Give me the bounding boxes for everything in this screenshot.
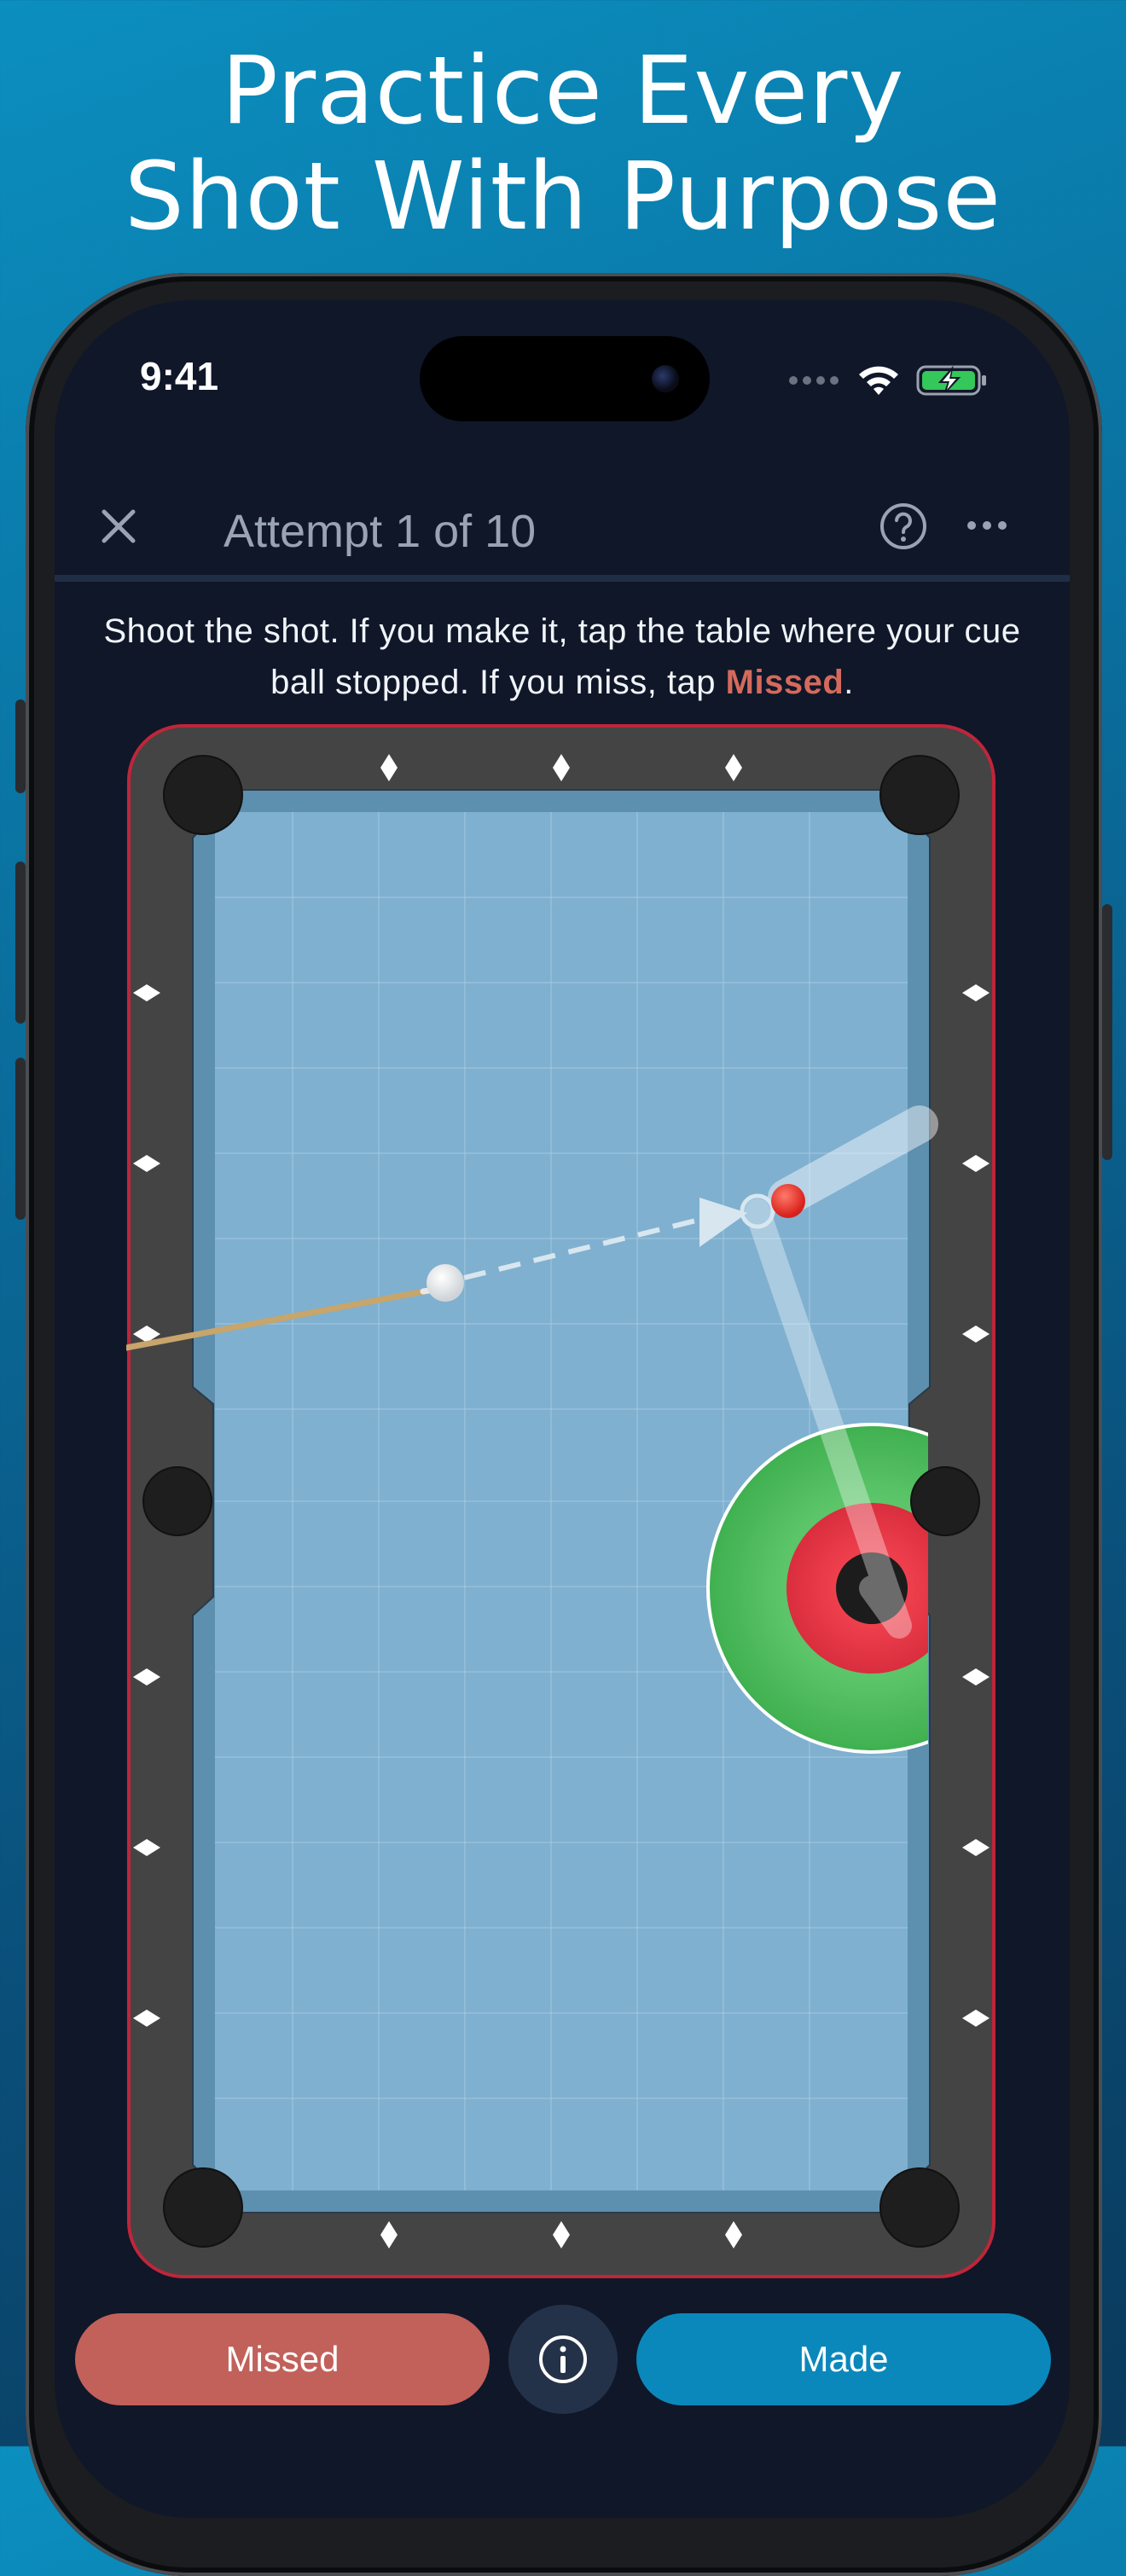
cue-ball	[427, 1264, 464, 1302]
phone-button-power	[1102, 904, 1112, 1160]
help-icon[interactable]	[879, 502, 928, 551]
status-icons	[788, 362, 988, 399]
missed-button[interactable]: Missed	[75, 2313, 490, 2405]
instruction-end: .	[844, 664, 854, 701]
more-icon[interactable]	[966, 517, 1008, 534]
pool-table-graphic[interactable]	[114, 723, 996, 2279]
pocket-middle-left	[142, 1466, 212, 1536]
object-ball	[771, 1184, 805, 1218]
info-button[interactable]	[508, 2305, 618, 2414]
headline-line-2: Shot With Purpose	[124, 142, 1002, 251]
camera-icon	[652, 365, 679, 392]
instruction-main: Shoot the shot. If you make it, tap the …	[103, 612, 1021, 701]
instruction-text: Shoot the shot. If you make it, tap the …	[72, 606, 1053, 708]
page-title: Attempt 1 of 10	[223, 506, 537, 557]
headline-line-1: Practice Every	[221, 36, 905, 145]
instruction-missed-highlight: Missed	[725, 664, 844, 701]
pool-table[interactable]	[114, 723, 996, 2279]
signal-icon	[789, 376, 839, 385]
status-bar: 9:41	[55, 300, 1070, 471]
pocket-bottom-left	[163, 2167, 243, 2248]
phone-button-volume-down	[15, 1058, 26, 1220]
pocket-bottom-right	[879, 2167, 960, 2248]
wifi-icon	[859, 366, 898, 395]
top-bar: Attempt 1 of 10	[55, 471, 1070, 582]
phone-button-mute	[15, 699, 26, 793]
battery-charging-icon	[916, 365, 986, 396]
headline: Practice Every Shot With Purpose	[0, 38, 1126, 249]
header-divider	[55, 575, 1070, 582]
pocket-top-right	[879, 755, 960, 835]
app-screen: 9:41 Attempt 1 of 10 Shoot the shot. If …	[55, 300, 1070, 2518]
action-bar: Missed Made	[55, 2301, 1070, 2414]
phone-button-volume-up	[15, 862, 26, 1024]
pocket-middle-right	[910, 1466, 980, 1536]
pocket-top-left	[163, 755, 243, 835]
close-icon[interactable]	[97, 505, 140, 548]
made-button[interactable]: Made	[636, 2313, 1051, 2405]
info-icon[interactable]	[537, 2334, 589, 2385]
status-time: 9:41	[140, 354, 219, 398]
